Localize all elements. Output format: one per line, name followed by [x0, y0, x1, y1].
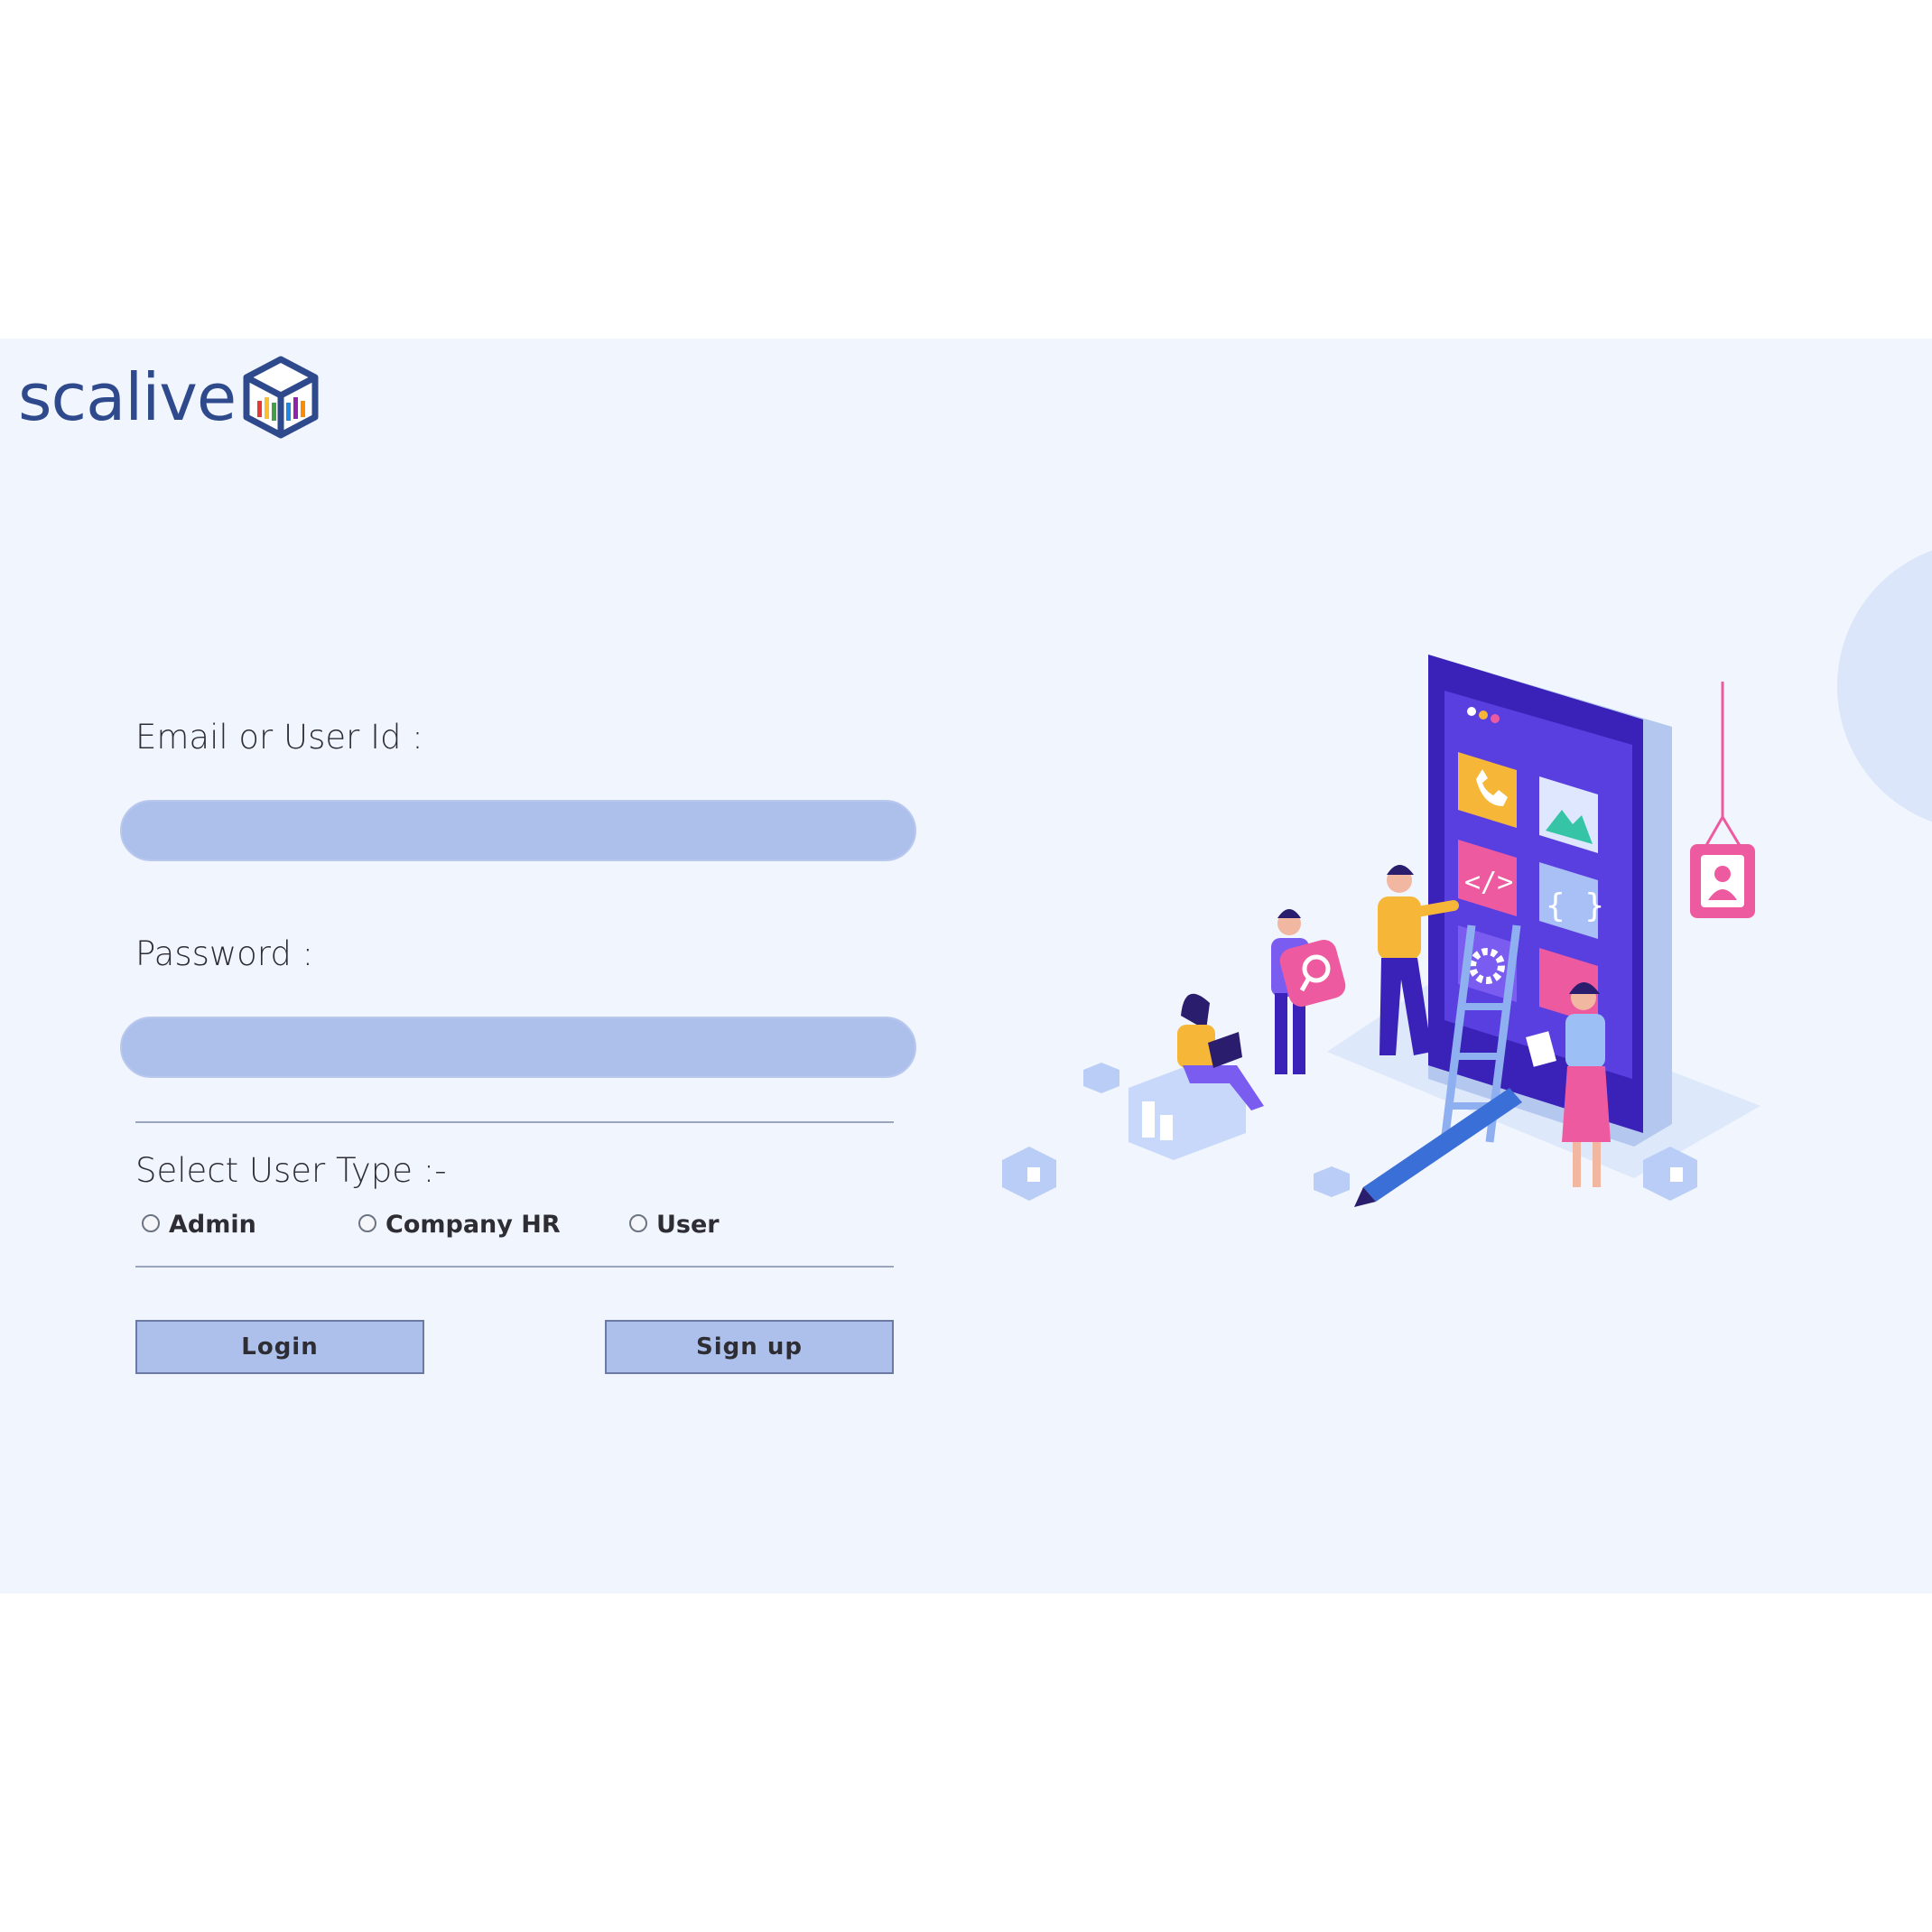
person-leg — [1573, 1142, 1581, 1187]
pencil-icon — [1363, 1088, 1522, 1202]
radio-company-hr-label: Company HR — [385, 1211, 561, 1239]
password-label: Password : — [135, 934, 314, 973]
login-page: scalive Email or User Id : Password : Se… — [0, 339, 1932, 1593]
radio-user[interactable]: User — [629, 1211, 720, 1239]
password-input[interactable] — [120, 1017, 916, 1078]
dot — [1491, 714, 1500, 723]
decorative-circle — [1837, 542, 1932, 831]
login-button[interactable]: Login — [135, 1320, 424, 1374]
dot — [1479, 711, 1488, 720]
decor-cube-face — [1027, 1167, 1040, 1182]
decor-cube — [1083, 1063, 1119, 1093]
decor-cube — [1314, 1166, 1350, 1197]
block-bar — [1142, 1101, 1155, 1138]
radio-company-hr-circle[interactable] — [358, 1213, 376, 1232]
radio-company-hr[interactable]: Company HR — [358, 1211, 561, 1239]
radio-admin[interactable]: Admin — [142, 1211, 256, 1239]
email-input[interactable] — [120, 800, 916, 861]
user-type-label: Select User Type :- — [135, 1151, 447, 1190]
person-hair — [1181, 993, 1210, 1030]
radio-admin-circle[interactable] — [142, 1213, 160, 1232]
dot — [1467, 707, 1476, 716]
person-skirt — [1562, 1066, 1611, 1142]
person-leg — [1593, 1142, 1601, 1187]
person-shirt — [1378, 896, 1421, 960]
divider-top — [135, 1121, 894, 1123]
code-glyph: </> — [1464, 867, 1513, 898]
contact-head — [1714, 866, 1731, 882]
radio-user-circle[interactable] — [629, 1213, 647, 1232]
decor-cube-face — [1670, 1167, 1683, 1182]
radio-admin-label: Admin — [169, 1211, 256, 1239]
person-hair — [1277, 909, 1301, 918]
brand-name: scalive — [18, 359, 237, 435]
signup-button[interactable]: Sign up — [605, 1320, 894, 1374]
block-bar — [1160, 1115, 1173, 1140]
app-building-illustration: </> { } — [1002, 655, 1760, 1207]
radio-user-label: User — [656, 1211, 720, 1239]
person-hair — [1387, 865, 1414, 875]
brand-logo: scalive — [18, 352, 319, 442]
cube-logo-icon — [243, 356, 319, 439]
person-leg — [1275, 993, 1287, 1074]
person-arm — [1412, 900, 1459, 917]
email-label: Email or User Id : — [135, 718, 423, 757]
person-shirt — [1565, 1014, 1605, 1068]
braces-glyph: { } — [1546, 887, 1604, 924]
divider-bottom — [135, 1266, 894, 1268]
